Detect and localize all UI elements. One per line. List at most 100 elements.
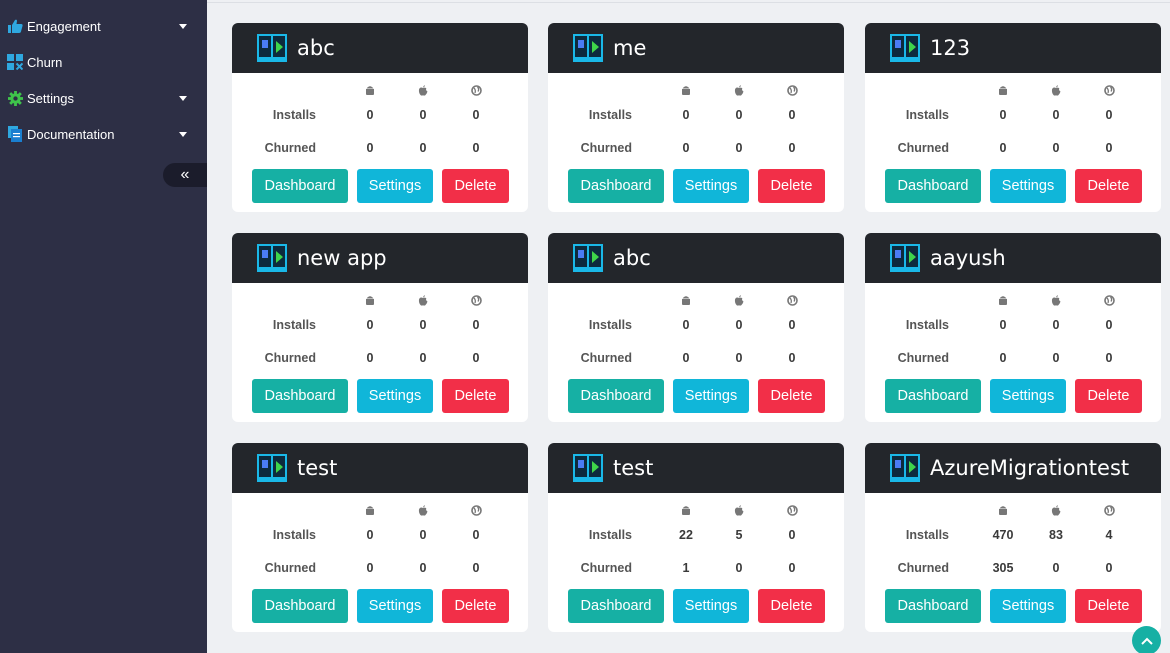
settings-button[interactable]: Settings [357,379,433,413]
double-chevron-left-icon: « [180,166,190,183]
settings-button[interactable]: Settings [673,169,749,203]
android-icon [355,295,385,309]
delete-button[interactable]: Delete [1075,379,1142,413]
dashboard-button[interactable]: Dashboard [568,169,664,203]
installs-label: Installs [588,108,632,122]
app-card: new app Installs 0 0 0 Churned 0 0 0 Das… [232,233,528,422]
installs-row: Installs 22 5 0 [548,528,844,544]
installs-label: Installs [272,318,316,332]
sidebar-item-documentation[interactable]: Documentation [0,120,207,148]
churned-label: Churned [264,351,316,365]
apple-icon [724,505,754,519]
sidebar-item-label: Churn [27,54,63,70]
sidebar-item-settings[interactable]: Settings [0,84,207,112]
app-name: me [613,36,647,60]
churned-row: Churned 0 0 0 [232,351,528,367]
dashboard-button[interactable]: Dashboard [252,169,348,203]
installs-web: 0 [472,528,480,542]
delete-button[interactable]: Delete [758,379,825,413]
platform-icons-row [865,295,1161,311]
installs-web: 0 [788,528,796,542]
top-divider [207,2,1170,3]
delete-button[interactable]: Delete [758,169,825,203]
globe-icon [777,505,807,519]
installs-row: Installs 470 83 4 [865,528,1161,544]
settings-button[interactable]: Settings [990,169,1066,203]
installs-row: Installs 0 0 0 [865,318,1161,334]
scroll-to-top-button[interactable] [1132,626,1161,653]
sidebar-item-engagement[interactable]: Engagement [0,12,207,40]
app-card-header: abc [548,233,844,283]
globe-icon [1094,85,1124,99]
churned-label: Churned [264,561,316,575]
app-card-header: AzureMigrationtest [865,443,1161,493]
churned-row: Churned 0 0 0 [865,141,1161,157]
installs-ios: 0 [419,528,427,542]
dashboard-button[interactable]: Dashboard [252,379,348,413]
delete-button[interactable]: Delete [442,169,509,203]
installs-android: 0 [366,108,374,122]
apple-icon [724,295,754,309]
app-name: test [297,456,338,480]
churned-row: Churned 0 0 0 [865,351,1161,367]
delete-button[interactable]: Delete [1075,589,1142,623]
churned-label: Churned [897,561,949,575]
app-card: abc Installs 0 0 0 Churned 0 0 0 Dashboa… [548,233,844,422]
platform-icons-row [548,85,844,101]
churn-grid-icon [7,54,23,70]
caret-down-icon [179,24,187,29]
globe-icon [777,85,807,99]
globe-icon [461,85,491,99]
installs-ios: 0 [419,318,427,332]
settings-button[interactable]: Settings [673,589,749,623]
installs-android: 0 [682,318,690,332]
churned-ios: 0 [735,561,743,575]
installs-row: Installs 0 0 0 [865,108,1161,124]
churned-android: 305 [992,561,1014,575]
installs-label: Installs [905,318,949,332]
dashboard-button[interactable]: Dashboard [568,379,664,413]
delete-button[interactable]: Delete [442,589,509,623]
delete-button[interactable]: Delete [758,589,825,623]
installs-ios: 0 [735,318,743,332]
installs-label: Installs [588,528,632,542]
android-icon [355,505,385,519]
churned-android: 0 [999,351,1007,365]
installs-android: 0 [999,108,1007,122]
gear-icon [7,90,23,106]
dashboard-button[interactable]: Dashboard [252,589,348,623]
settings-button[interactable]: Settings [357,169,433,203]
dashboard-button[interactable]: Dashboard [885,169,981,203]
delete-button[interactable]: Delete [442,379,509,413]
delete-button[interactable]: Delete [1075,169,1142,203]
churned-android: 0 [366,561,374,575]
installs-row: Installs 0 0 0 [232,318,528,334]
installs-label: Installs [272,108,316,122]
churned-web: 0 [788,351,796,365]
settings-button[interactable]: Settings [990,589,1066,623]
platform-icons-row [865,85,1161,101]
apple-icon [408,505,438,519]
settings-button[interactable]: Settings [990,379,1066,413]
dashboard-button[interactable]: Dashboard [885,589,981,623]
installs-ios: 83 [1049,528,1063,542]
app-card-header: aayush [865,233,1161,283]
installs-web: 0 [788,318,796,332]
installs-web: 0 [788,108,796,122]
globe-icon [1094,295,1124,309]
sidebar-item-churn[interactable]: Churn [0,48,207,76]
platform-icons-row [232,505,528,521]
collapse-sidebar-button[interactable]: « [163,163,207,187]
app-logo-icon [890,34,920,62]
chevron-up-icon [1140,637,1153,645]
settings-button[interactable]: Settings [357,589,433,623]
churned-label: Churned [897,351,949,365]
app-card: test Installs 22 5 0 Churned 1 0 0 Dashb… [548,443,844,632]
app-card-header: test [548,443,844,493]
churned-ios: 0 [419,561,427,575]
installs-ios: 0 [1052,318,1060,332]
globe-icon [461,505,491,519]
dashboard-button[interactable]: Dashboard [568,589,664,623]
dashboard-button[interactable]: Dashboard [885,379,981,413]
settings-button[interactable]: Settings [673,379,749,413]
